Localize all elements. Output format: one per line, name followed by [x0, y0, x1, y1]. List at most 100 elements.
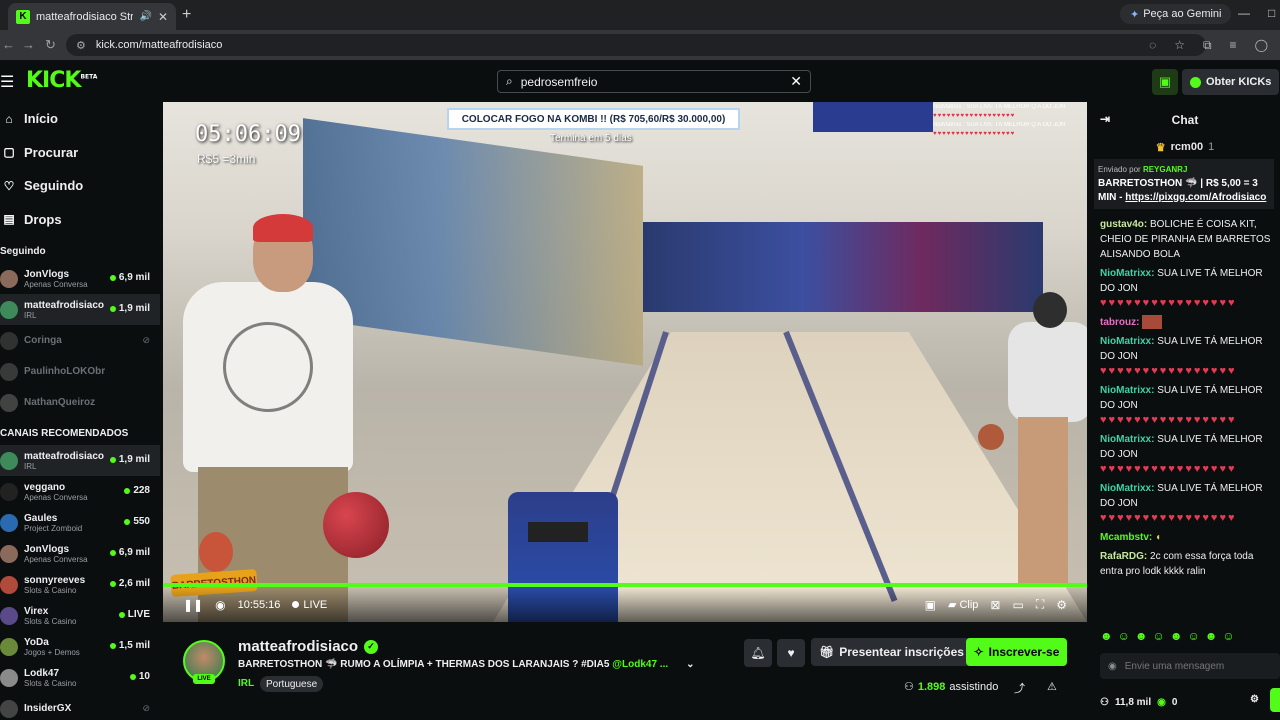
avatar: [0, 451, 18, 470]
emote-icon[interactable]: ☺: [1118, 629, 1130, 643]
bookmark-star-icon[interactable]: ☆: [1174, 38, 1185, 53]
profile-icon[interactable]: ◯: [1255, 38, 1268, 53]
chat-input-box: ◉: [1100, 653, 1280, 679]
forward-icon[interactable]: →: [22, 37, 35, 52]
nav-label: Drops: [24, 211, 62, 227]
picture-off-icon[interactable]: ⊠: [990, 598, 1000, 612]
chat-username[interactable]: NioMatrixx:: [1100, 336, 1154, 347]
sidebar-channel[interactable]: InsiderGX ⊘: [0, 693, 160, 720]
avatar: [0, 269, 18, 288]
emote-icon[interactable]: ☻: [1170, 629, 1183, 643]
fullscreen-icon[interactable]: ⛶: [1036, 597, 1044, 612]
notification-bell-button[interactable]: 🔔︎: [744, 639, 772, 667]
sidebar-channel[interactable]: matteafrodisiaco IRL 1,9 mil: [0, 445, 160, 476]
emote-icon[interactable]: ☺: [1222, 629, 1234, 643]
sidebar-channel-offline[interactable]: Coringa ⊘: [0, 325, 160, 356]
chat-username[interactable]: gustav4o:: [1100, 219, 1147, 230]
follow-heart-button[interactable]: ♥: [777, 639, 805, 667]
miniplayer-icon[interactable]: ▭: [1012, 598, 1023, 612]
chat-username[interactable]: RafaRDG:: [1100, 551, 1147, 562]
reload-icon[interactable]: ↻: [45, 37, 56, 53]
minimize-icon[interactable]: —: [1238, 6, 1250, 20]
close-tab-icon[interactable]: ✕: [158, 10, 168, 24]
chevron-down-icon[interactable]: ⌄: [686, 659, 694, 670]
chat-username[interactable]: NioMatrixx:: [1100, 385, 1154, 396]
sidebar-channel-offline[interactable]: NathanQueiroz: [0, 387, 160, 418]
stream-title-mention[interactable]: @Lodk47 ...: [612, 659, 668, 670]
emote-icon[interactable]: ☺: [1187, 629, 1199, 643]
video-player[interactable]: 05:06:09 R$5 =3min COLOCAR FOGO NA KOMBI…: [163, 102, 1087, 622]
sidebar-channel[interactable]: JonVlogs Apenas Conversa 6,9 mil: [0, 538, 160, 569]
user-badge-icon[interactable]: ◉: [1108, 661, 1117, 672]
sidebar-channel[interactable]: sonnyreeves Slots & Casino 2,6 mil: [0, 569, 160, 600]
pinned-link[interactable]: https://pixgg.com/Afrodisiaco: [1125, 192, 1266, 203]
sidebar-channel[interactable]: YoDa Jogos + Demos 1,5 mil: [0, 631, 160, 662]
nav-drops[interactable]: ▤ Drops: [0, 203, 160, 237]
streamer-name-text: matteafrodisiaco: [238, 638, 359, 655]
emote-icon[interactable]: ☻: [1135, 629, 1148, 643]
chat-settings-icon[interactable]: ⚙: [1250, 694, 1259, 705]
pause-icon[interactable]: ❚❚: [183, 598, 203, 612]
obter-kicks-button[interactable]: Obter KICKs: [1182, 69, 1280, 95]
viewers-icon: ⚇: [904, 681, 914, 693]
nav-seguindo[interactable]: ♡ Seguindo: [0, 169, 160, 203]
back-icon[interactable]: ←: [2, 37, 15, 52]
kick-logo[interactable]: KICKBETA: [26, 68, 97, 93]
maximize-icon[interactable]: □: [1268, 6, 1275, 20]
gemini-label: Peça ao Gemini: [1143, 8, 1222, 20]
emote-icon[interactable]: ☺: [1153, 629, 1165, 643]
volume-icon[interactable]: ◉: [215, 598, 225, 612]
avatar: [0, 544, 18, 563]
chat-username[interactable]: Mcambstv:: [1100, 532, 1152, 543]
chat-username[interactable]: NioMatrixx:: [1100, 268, 1154, 279]
viewer-count-value: 228: [133, 485, 150, 496]
site-info-icon[interactable]: ⚙: [76, 39, 86, 52]
sidebar-channel[interactable]: Lodk47 Slots & Casino 10: [0, 662, 160, 693]
share-icon[interactable]: ⤴: [1014, 680, 1025, 696]
chat-top-supporter[interactable]: ♛ rcm00 1: [1090, 137, 1280, 157]
browser-tab[interactable]: K matteafrodisiaco Stream - V 🔊 ✕: [8, 3, 176, 30]
chat-username[interactable]: tabrouz:: [1100, 317, 1139, 328]
nav-procurar[interactable]: ▢ Procurar: [0, 136, 160, 170]
live-indicator[interactable]: LIVE: [292, 599, 327, 611]
chat-username[interactable]: NioMatrixx:: [1100, 483, 1154, 494]
language-tag[interactable]: Portuguese: [260, 676, 324, 692]
collapse-chat-icon[interactable]: ⇥: [1100, 112, 1110, 126]
emote-icon[interactable]: ☻: [1205, 629, 1218, 643]
sidebar-channel[interactable]: veggano Apenas Conversa 228: [0, 476, 160, 507]
stream-category[interactable]: IRL: [238, 678, 254, 689]
sidebar-channel[interactable]: JonVlogs Apenas Conversa 6,9 mil: [0, 263, 160, 294]
search-input[interactable]: [520, 74, 783, 89]
overlay-chat-emotes: ♥♥♥♥♥♥♥♥♥♥♥♥♥♥♥♥♥♥: [933, 113, 1016, 119]
chat-message: NioMatrixx: SUA LIVE TÁ MELHOR DO JON ♥♥♥…: [1090, 264, 1280, 313]
sidebar-channel[interactable]: Gaules Project Zomboid 550: [0, 507, 160, 538]
clip-button[interactable]: ▰ Clip: [948, 598, 978, 611]
settings-gear-icon[interactable]: ⚙: [1056, 598, 1067, 612]
new-tab-icon[interactable]: +: [182, 6, 191, 24]
streamer-name[interactable]: matteafrodisiaco ✓: [238, 638, 379, 655]
subscribe-button[interactable]: ✧ Inscrever-se: [966, 638, 1067, 666]
chat-message-input[interactable]: [1124, 660, 1255, 672]
avatar: [0, 513, 18, 532]
address-bar[interactable]: ⚙ kick.com/matteafrodisiaco: [66, 34, 1206, 56]
report-icon[interactable]: ⚠: [1047, 680, 1057, 693]
extensions-icon[interactable]: ⧉: [1203, 38, 1212, 53]
avatar: [0, 668, 18, 687]
emote-icon[interactable]: ☻: [1100, 629, 1113, 643]
eye-off-icon[interactable]: ◌: [1149, 38, 1156, 53]
hamburger-menu-icon[interactable]: ☰: [0, 72, 14, 92]
chat-username[interactable]: NioMatrixx:: [1100, 434, 1154, 445]
clear-search-icon[interactable]: ✕: [790, 73, 802, 90]
reading-list-icon[interactable]: ≡: [1230, 38, 1237, 53]
theater-mode-icon[interactable]: ▣: [925, 598, 936, 612]
gift-subs-button[interactable]: 🎁︎ Presentear inscrições: [811, 638, 972, 666]
avatar: [0, 606, 18, 625]
kicks-store-icon[interactable]: ▣: [1152, 69, 1178, 95]
nav-inicio[interactable]: ⌂ Início: [0, 102, 160, 136]
sidebar-channel[interactable]: matteafrodisiaco IRL 1,9 mil: [0, 294, 160, 325]
send-chat-button[interactable]: [1270, 688, 1280, 712]
sidebar-channel[interactable]: Virex Slots & Casino LIVE: [0, 600, 160, 631]
gemini-button[interactable]: ✦ Peça ao Gemini: [1120, 4, 1232, 24]
sidebar-channel-offline[interactable]: PaulinhoLOKObr: [0, 356, 160, 387]
verified-icon: ✓: [364, 639, 379, 654]
